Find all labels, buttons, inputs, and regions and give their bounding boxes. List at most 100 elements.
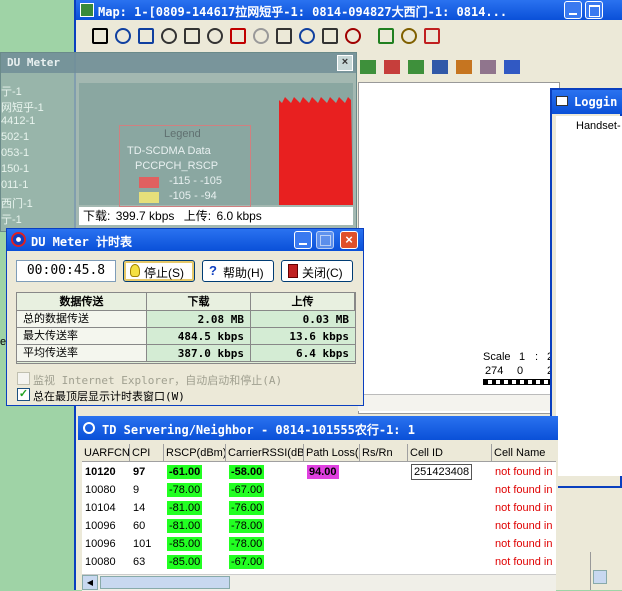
neighbor-title: TD Servering/Neighbor - 0814-101555农行-1:… [102, 423, 415, 437]
neighbor-cell-rscp: -81.00 [164, 517, 226, 535]
neighbor-column-header[interactable]: Cell ID [408, 444, 492, 462]
neighbor-column-header[interactable]: UARFCN [82, 444, 130, 462]
neighbor-cell-cellid [408, 517, 492, 535]
neighbor-column-header[interactable]: CarrierRSSI(dBm) [226, 444, 304, 462]
table-row[interactable]: 10096 101 -85.00 -78.00 not found in DB [82, 535, 556, 553]
neighbor-cell-cpi: 9 [133, 484, 140, 496]
du-meter-graph-title-text: DU Meter [7, 56, 60, 69]
close-button[interactable]: 关闭(C) [281, 260, 353, 282]
left-list-item[interactable]: 053-1 [1, 147, 29, 159]
right-window-stub [590, 552, 622, 590]
left-list-item[interactable]: 011-1 [1, 179, 28, 191]
map-app-icon [80, 3, 94, 17]
logging-list[interactable]: Handset- [556, 116, 622, 476]
neighbor-cell-cpi: 60 [133, 520, 146, 532]
table-row[interactable]: 10104 14 -81.00 -76.00 not found in DB [82, 499, 556, 517]
map-title: Map: 1-[0809-144617拉网短乎-1: 0814-094827大西… [98, 5, 508, 19]
logging-item[interactable]: Handset- [576, 120, 621, 132]
left-list-item[interactable]: 西门-1 [1, 195, 33, 211]
neighbor-cell-cellid [408, 553, 492, 571]
left-list-item[interactable]: 4412-1 [1, 115, 35, 127]
layers-icon[interactable] [408, 60, 424, 74]
table-row[interactable]: 10080 9 -78.00 -67.00 not found in [82, 481, 556, 499]
map-canvas[interactable]: Scale 1 : 2 274 0 2 [358, 82, 561, 414]
du-meter-graph-window: DU Meter × Legend TD-SCDMA Data PCCPCH_R… [0, 52, 357, 232]
left-list-item[interactable]: 网短乎-1 [1, 99, 44, 115]
grid-icon[interactable] [480, 60, 496, 74]
neighbor-hscroll[interactable]: ◀ [82, 574, 556, 591]
zoom-out-icon[interactable] [138, 28, 154, 44]
select-icon[interactable] [207, 28, 223, 44]
logging-title: Loggin [574, 95, 618, 109]
logging-window: Loggin Handset- [550, 88, 622, 488]
neighbor-cell-uarfcn: 10096 [85, 520, 116, 532]
measure-icon[interactable] [253, 28, 269, 44]
timer-title-bar[interactable]: DU Meter 计时表 × [7, 229, 363, 251]
legend-swatch [139, 192, 159, 203]
neighbor-window: TD Servering/Neighbor - 0814-101555农行-1:… [78, 416, 558, 591]
palette-icon[interactable] [456, 60, 472, 74]
table-row[interactable]: 10096 60 -81.00 -78.00 not found in DB [82, 517, 556, 535]
logging-title-bar[interactable]: Loggin [552, 90, 622, 114]
neighbor-column-header[interactable]: Cell Name [492, 444, 556, 462]
neighbor-cell-cellname: not found in DB [495, 556, 556, 568]
neighbor-value-rssi: -67.00 [229, 483, 265, 497]
network-icon[interactable] [504, 60, 520, 74]
left-list-item[interactable]: 亍-1 [1, 83, 22, 99]
timer-minimize-button[interactable] [294, 231, 312, 249]
neighbor-cell-rsrn [360, 499, 408, 517]
table-row[interactable]: 10080 63 -85.00 -67.00 not found in DB [82, 553, 556, 571]
download-traffic-area [279, 97, 353, 205]
settings-icon[interactable] [401, 28, 417, 44]
export-icon[interactable] [345, 28, 361, 44]
crosshair-icon[interactable] [230, 28, 246, 44]
map-minimize-button[interactable] [564, 1, 582, 19]
neighbor-cell-rscp: -61.00 [164, 463, 226, 481]
neighbor-cell-rssi: -67.00 [226, 553, 304, 571]
du-meter-graph-close-button[interactable]: × [337, 55, 353, 71]
neighbor-cell-cellid [408, 499, 492, 517]
left-list-item[interactable]: 亍-1 [1, 211, 22, 227]
neighbor-title-bar[interactable]: TD Servering/Neighbor - 0814-101555农行-1:… [78, 416, 558, 440]
align-icon[interactable] [276, 28, 292, 44]
neighbor-value-rscp: -85.00 [167, 555, 203, 569]
neighbor-column-header[interactable]: Path Loss( [304, 444, 360, 462]
timer-close-button[interactable]: × [340, 231, 358, 249]
neighbor-cell-rsrn [360, 463, 408, 481]
left-list-item[interactable]: 150-1 [1, 163, 29, 175]
left-list-item[interactable]: 502-1 [1, 131, 29, 143]
neighbor-cell-rsrn [360, 553, 408, 571]
world-icon[interactable] [378, 28, 394, 44]
neighbor-column-header[interactable]: RSCP(dBm) [164, 444, 226, 462]
download-label: 下载: [83, 209, 111, 223]
neighbor-column-header[interactable]: Rs/Rn [360, 444, 408, 462]
neighbor-cell-cellid [408, 481, 492, 499]
list-icon[interactable] [360, 60, 376, 74]
pointer-icon[interactable] [92, 28, 108, 44]
help-icon: ? [209, 263, 217, 278]
neighbor-cell-rssi: -76.00 [226, 499, 304, 517]
stack-icon[interactable] [432, 60, 448, 74]
neighbor-column-header[interactable]: CPI [130, 444, 164, 462]
flag-icon[interactable] [424, 28, 440, 44]
map-maximize-button[interactable] [585, 1, 603, 19]
scroll-thumb[interactable] [100, 576, 230, 589]
marker-icon[interactable] [299, 28, 315, 44]
monitor-ie-checkbox[interactable] [17, 372, 30, 385]
pan-icon[interactable] [184, 28, 200, 44]
topmost-label: 总在最顶层显示计时表窗口(W) [33, 390, 185, 403]
stop-button[interactable]: 停止(S) [123, 260, 195, 282]
scroll-left-button[interactable]: ◀ [82, 575, 98, 590]
topmost-checkbox[interactable]: ✓ [17, 388, 30, 401]
upload-value: 6.0 kbps [216, 209, 262, 223]
map-title-bar[interactable]: Map: 1-[0809-144617拉网短乎-1: 0814-094827大西… [76, 0, 622, 20]
du-meter-graph-title[interactable]: DU Meter × [1, 53, 356, 73]
tree-icon[interactable] [322, 28, 338, 44]
zoom-in-icon[interactable] [115, 28, 131, 44]
wave-icon[interactable] [384, 60, 400, 74]
right-scroll-button[interactable] [593, 570, 607, 584]
table-row[interactable]: 10120 97 -61.00 -58.00 94.00 251423408 not fou… [82, 463, 556, 481]
neighbor-cell-rssi: -67.00 [226, 481, 304, 499]
help-button[interactable]: ? 帮助(H) [202, 260, 274, 282]
zoom-box-icon[interactable] [161, 28, 177, 44]
